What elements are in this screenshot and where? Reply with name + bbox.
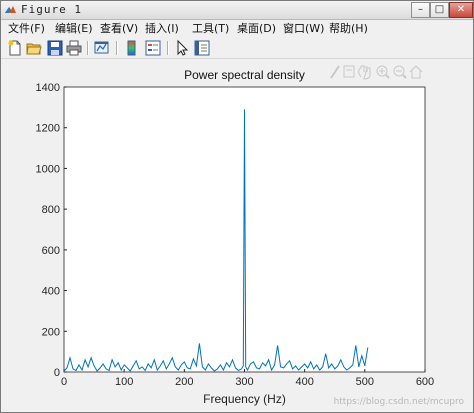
axes-toolbar <box>327 63 423 81</box>
y-tick-label: 0 <box>54 367 60 379</box>
zoom-out-icon[interactable] <box>393 65 407 79</box>
x-tick-label: 300 <box>235 376 253 388</box>
psd-chart: 0 100 200 300 400 500 600 0 200 400 600 800 1000 1200… <box>36 68 435 406</box>
x-tick-label: 200 <box>175 376 193 388</box>
watermark-text: https://blog.csdn.net/mcupro <box>333 397 464 407</box>
y-tick-label: 1000 <box>36 163 60 175</box>
x-tick-label: 0 <box>61 376 67 388</box>
x-tick-label: 100 <box>115 376 133 388</box>
y-tick-label: 200 <box>42 326 60 338</box>
data-tips-icon[interactable] <box>343 65 355 78</box>
y-tick-label: 1400 <box>36 82 60 94</box>
x-tick-label: 500 <box>356 376 374 388</box>
y-tick-label: 600 <box>42 245 60 257</box>
y-tick-label: 400 <box>42 286 60 298</box>
home-icon[interactable] <box>409 65 423 79</box>
y-tick-label: 800 <box>42 204 60 216</box>
x-tick-label: 600 <box>416 376 434 388</box>
x-axis-label: Frequency (Hz) <box>203 392 286 406</box>
brush-icon[interactable] <box>330 65 340 79</box>
pan-hand-icon[interactable] <box>358 65 371 80</box>
chart-title: Power spectral density <box>184 68 305 82</box>
x-tick-label: 400 <box>295 376 313 388</box>
zoom-in-icon[interactable] <box>376 65 390 79</box>
y-tick-label: 1200 <box>36 123 60 135</box>
